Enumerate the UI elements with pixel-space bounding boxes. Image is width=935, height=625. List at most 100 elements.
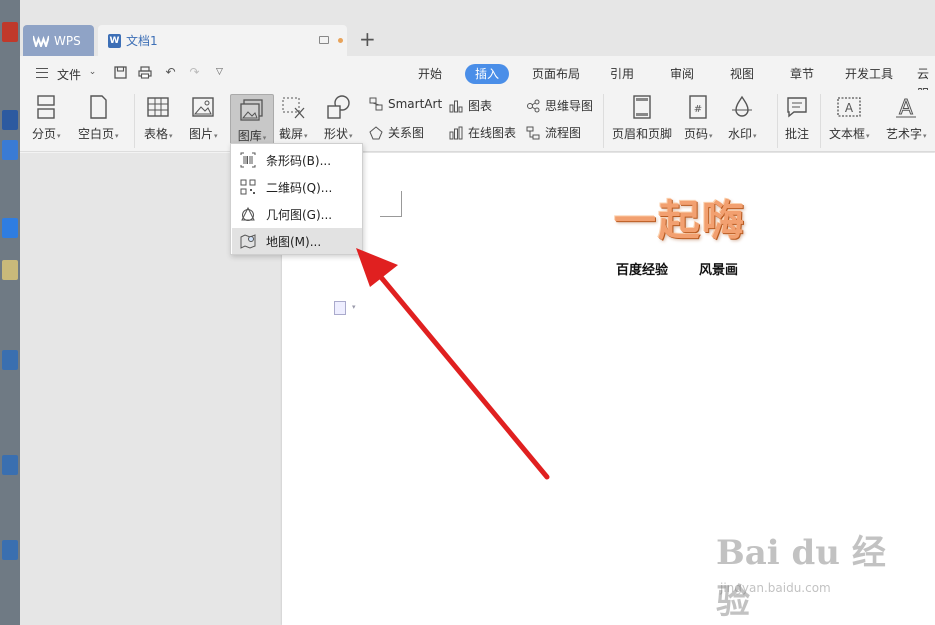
header-footer-icon (629, 94, 655, 120)
blank-page-button[interactable]: 空白页▾ (78, 94, 119, 142)
redo-icon[interactable]: ↷ (188, 66, 201, 79)
menu-item-label: 条形码(B)... (266, 153, 332, 168)
tab-cloud[interactable]: 云服 (907, 64, 935, 101)
textbox-button[interactable]: A 文本框▾ (829, 94, 870, 142)
page-number-icon: # (685, 94, 711, 120)
desktop-app-icon[interactable] (2, 22, 18, 42)
print-icon[interactable] (138, 66, 152, 79)
wordart-icon: A (893, 94, 919, 120)
tab-references[interactable]: 引用 (600, 64, 644, 84)
chevron-down-icon[interactable]: ⌄ (86, 66, 99, 79)
gallery-label: 图库 (237, 129, 262, 143)
relation-chart-button[interactable]: 关系图 (369, 124, 424, 141)
relation-label: 关系图 (388, 126, 425, 140)
tab-document[interactable]: W 文档1 (98, 25, 347, 56)
page-break-label: 分页 (32, 127, 57, 141)
wordart-title[interactable]: 一起嗨 (614, 187, 746, 248)
shapes-label: 形状 (324, 127, 349, 141)
desktop-app-icon[interactable] (2, 540, 18, 560)
screenshot-button[interactable]: 截屏▾ (279, 94, 308, 142)
screenshot-icon (280, 94, 306, 120)
toolbar-divider (777, 94, 778, 148)
svg-text:A: A (845, 101, 854, 115)
chart-button[interactable]: 图表 (449, 97, 492, 114)
tab-developer[interactable]: 开发工具 (835, 64, 903, 84)
tab-label: WPS (54, 33, 81, 48)
shapes-icon (325, 94, 351, 120)
desktop-app-icon[interactable] (2, 455, 18, 475)
table-button[interactable]: 表格▾ (144, 94, 173, 142)
desktop-app-icon[interactable] (2, 110, 18, 130)
toolbar-divider (820, 94, 821, 148)
wordart-label: 艺术字 (886, 127, 923, 141)
tab-review[interactable]: 审阅 (660, 64, 704, 84)
monitor-icon[interactable] (319, 36, 329, 44)
wps-window: WPS W 文档1 + 文件 ⌄ ↶ ↷ ▽ 开始 插入 页面布局 引用 审阅 … (20, 0, 935, 625)
chevron-down-icon[interactable]: ▾ (352, 303, 356, 311)
table-label: 表格 (144, 127, 169, 141)
qrcode-icon (240, 179, 256, 195)
gallery-icon (239, 98, 265, 124)
header-footer-button[interactable]: 页眉和页脚 (612, 94, 672, 142)
unsaved-dot-icon (338, 38, 343, 43)
comment-label: 批注 (784, 127, 809, 141)
picture-button[interactable]: 图片▾ (189, 94, 218, 142)
picture-label: 图片 (189, 127, 214, 141)
menu-item-geometry[interactable]: 几何图(G)... (232, 201, 362, 227)
paragraph-options-icon[interactable] (334, 301, 346, 315)
baidu-watermark: Bai du 经验 jingyan.baidu.com (716, 525, 916, 622)
desktop-app-icon[interactable] (2, 140, 18, 160)
customize-icon[interactable]: ▽ (213, 66, 226, 79)
tab-view[interactable]: 视图 (720, 64, 764, 84)
page-break-button[interactable]: 分页▾ (32, 94, 61, 142)
watermark-url-text: jingyan.baidu.com (720, 581, 831, 595)
file-menu[interactable]: 文件 (57, 66, 81, 83)
desktop-background (0, 0, 20, 625)
watermark-button[interactable]: 水印▾ (728, 94, 757, 142)
desktop-app-icon[interactable] (2, 350, 18, 370)
tab-start[interactable]: 开始 (408, 64, 452, 84)
title-bar: WPS W 文档1 + (20, 0, 935, 56)
tab-wps-home[interactable]: WPS (23, 25, 94, 56)
mindmap-label: 思维导图 (545, 99, 594, 113)
save-icon[interactable] (114, 66, 127, 79)
desktop-app-icon[interactable] (2, 218, 18, 238)
page-margin-mark (380, 191, 402, 217)
gallery-dropdown-menu: 条形码(B)... 二维码(Q)... 几何图(G)... 地图(M)... (230, 143, 363, 255)
smartart-button[interactable]: SmartArt (369, 97, 442, 111)
wordart-button[interactable]: A 艺术字▾ (886, 94, 927, 142)
writer-doc-icon: W (108, 33, 121, 48)
desktop-app-icon[interactable] (2, 260, 18, 280)
document-text[interactable]: 百度经验 (616, 259, 668, 278)
smartart-icon (369, 97, 383, 111)
online-chart-icon (449, 126, 463, 140)
tab-page-layout[interactable]: 页面布局 (522, 64, 590, 84)
menu-item-barcode[interactable]: 条形码(B)... (232, 147, 362, 173)
smartart-label: SmartArt (388, 97, 443, 111)
mindmap-button[interactable]: 思维导图 (526, 97, 593, 114)
undo-icon[interactable]: ↶ (164, 66, 177, 79)
mindmap-icon (526, 99, 540, 113)
page-number-button[interactable]: # 页码▾ (684, 94, 713, 142)
gallery-button[interactable]: 图库▾ (230, 94, 274, 148)
document-text[interactable]: 风景画 (699, 259, 738, 278)
tab-label: 文档1 (126, 34, 158, 48)
tab-insert[interactable]: 插入 (465, 64, 510, 84)
flowchart-button[interactable]: 流程图 (526, 124, 581, 141)
tab-section[interactable]: 章节 (780, 64, 824, 84)
menu-item-qrcode[interactable]: 二维码(Q)... (232, 174, 362, 200)
barcode-icon (240, 152, 256, 168)
comment-button[interactable]: 批注 (784, 94, 810, 142)
new-tab-button[interactable]: + (359, 28, 376, 50)
textbox-label: 文本框 (829, 127, 866, 141)
menu-item-label: 几何图(G)... (266, 207, 333, 222)
chart-label: 图表 (468, 99, 493, 113)
menu-item-map[interactable]: 地图(M)... (232, 228, 362, 254)
toolbar-divider (134, 94, 135, 148)
insert-ribbon: 分页▾ 空白页▾ 表格▾ 图片▾ 图库▾ 截屏▾ 形状▾ SmartArt 图表… (20, 90, 935, 152)
svg-text:#: # (694, 104, 702, 115)
online-chart-button[interactable]: 在线图表 (449, 124, 516, 141)
shapes-button[interactable]: 形状▾ (324, 94, 353, 142)
hamburger-icon[interactable] (36, 68, 48, 78)
screenshot-label: 截屏 (279, 127, 304, 141)
